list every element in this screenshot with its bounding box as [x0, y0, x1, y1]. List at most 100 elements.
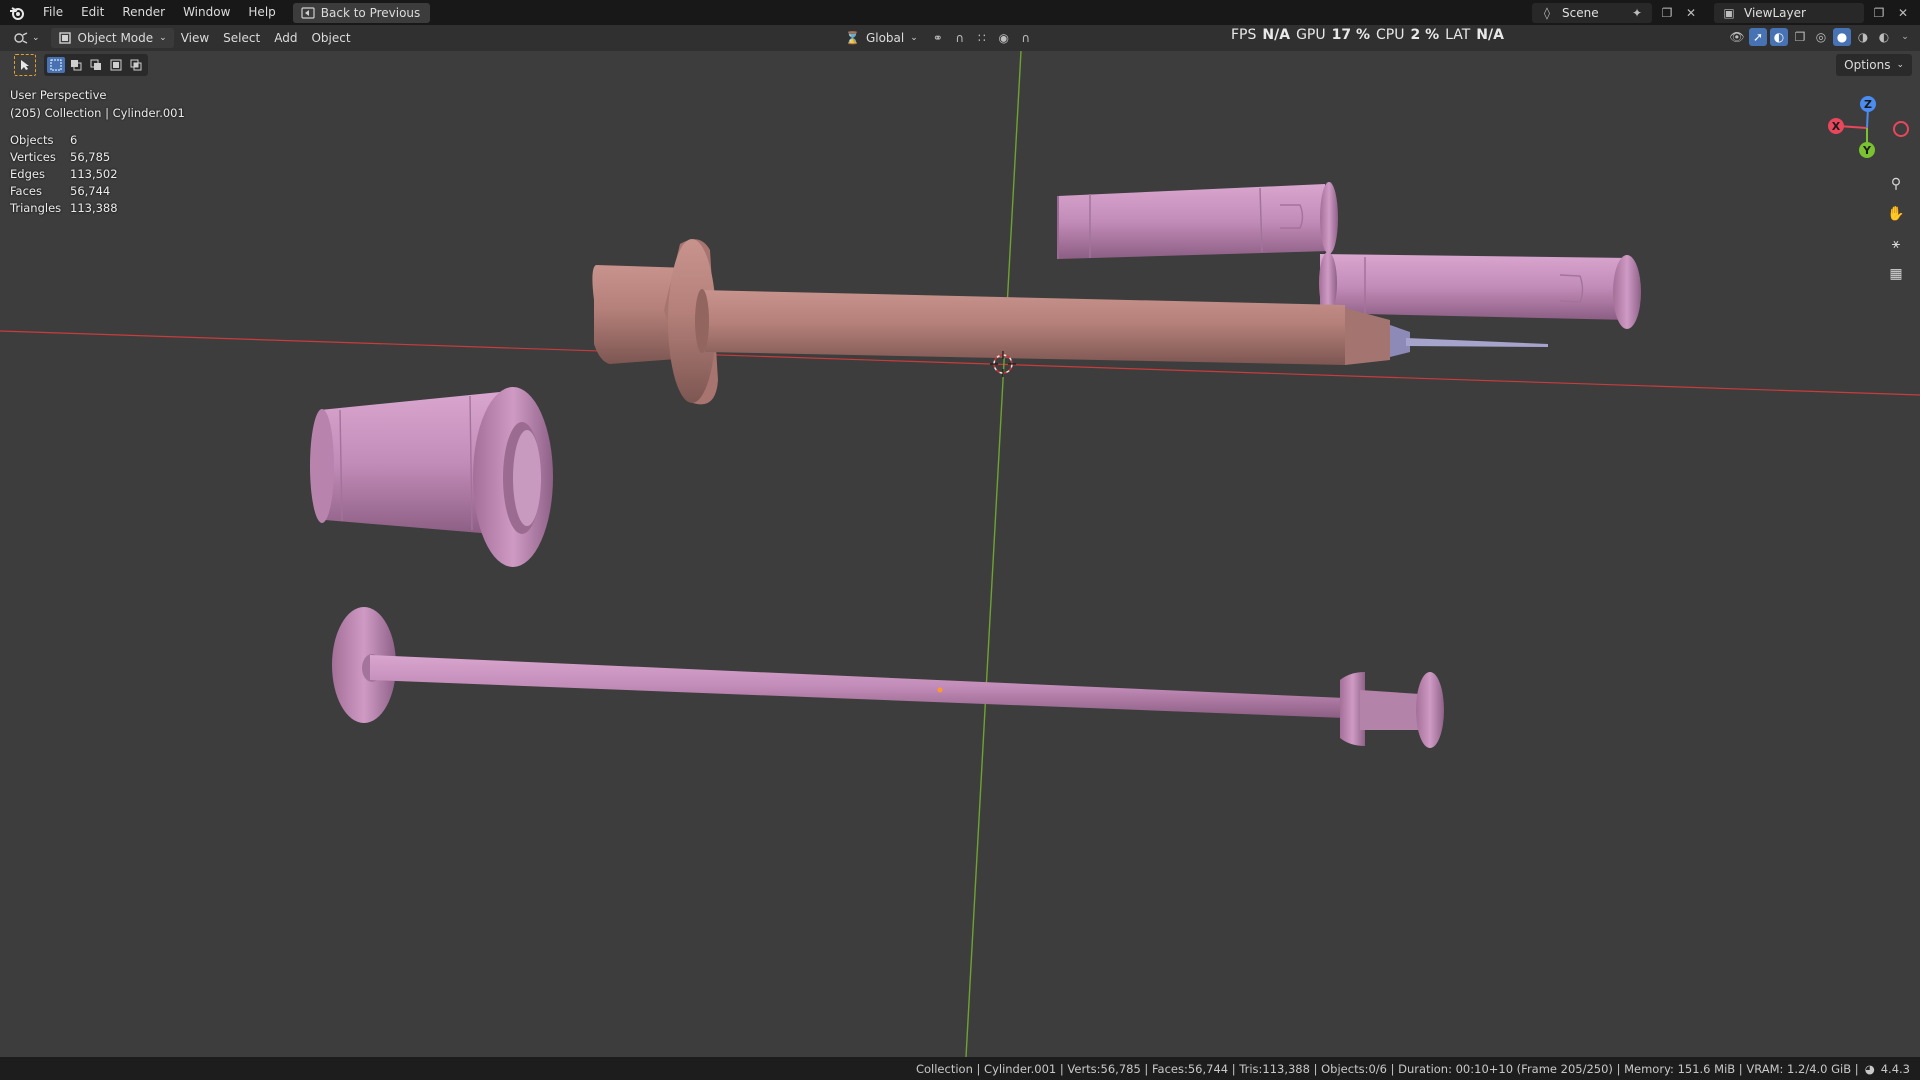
stat-key: Vertices — [10, 150, 56, 164]
rendered-shading-icon[interactable]: ◐ — [1875, 28, 1893, 46]
menu-add[interactable]: Add — [267, 28, 304, 48]
select-new-icon[interactable] — [47, 57, 65, 73]
back-to-previous-button[interactable]: Back to Previous — [292, 2, 431, 23]
orientation-icon: ⌛ — [845, 31, 860, 45]
active-context: (205) Collection | Cylinder.001 — [10, 106, 185, 120]
scene-selector[interactable]: ◊ Scene ✦ — [1532, 2, 1652, 23]
xray-toggle-icon[interactable]: ❐ — [1791, 28, 1809, 46]
camera-view-icon[interactable]: ⚹ — [1884, 232, 1908, 256]
scene-name: Scene — [1562, 5, 1599, 20]
stat-row: Objects 6 — [10, 132, 118, 149]
selection-mode-group — [44, 54, 148, 76]
stat-row: Faces 56,744 — [10, 183, 118, 200]
stat-value: 6 — [70, 133, 78, 147]
menu-file[interactable]: File — [34, 0, 72, 25]
material-shading-icon[interactable]: ◑ — [1854, 28, 1872, 46]
wireframe-shading-icon[interactable]: ◎ — [1812, 28, 1830, 46]
options-label: Options — [1844, 58, 1891, 72]
viewport-overlay-info: User Perspective (205) Collection | Cyli… — [10, 86, 185, 122]
falloff-curve-icon[interactable]: ∩ — [1017, 29, 1035, 47]
delete-viewlayer-icon[interactable]: ✕ — [1894, 4, 1912, 22]
version-label: 4.4.3 — [1880, 1061, 1910, 1076]
tool-settings-row — [14, 54, 148, 76]
pin-icon[interactable]: ✦ — [1628, 4, 1646, 22]
select-intersect-icon[interactable] — [127, 57, 145, 73]
select-subtract-icon[interactable] — [87, 57, 105, 73]
stat-value: 113,388 — [70, 201, 118, 215]
menu-render[interactable]: Render — [113, 0, 174, 25]
navigation-buttons: ⚲ ✋ ⚹ ▦ — [1884, 172, 1908, 286]
needle-cap-object[interactable] — [1057, 182, 1338, 259]
y-axis-line — [965, 51, 1022, 1057]
chevron-down-icon: ⌄ — [1896, 60, 1904, 70]
blender-logo-icon[interactable] — [0, 5, 34, 21]
menu-window[interactable]: Window — [174, 0, 239, 25]
snap-magnet-icon[interactable]: ∩ — [951, 29, 969, 47]
scene-statistics: Objects 6 Vertices 56,785 Edges 113,502 Fac… — [10, 132, 118, 217]
orientation-selector[interactable]: ⌛ Global ⌄ — [838, 28, 925, 48]
status-text: Collection | Cylinder.001 | Verts:56,785… — [915, 1061, 1859, 1076]
select-invert-icon[interactable] — [107, 57, 125, 73]
navigation-gizmo[interactable]: Z X Y — [1828, 96, 1909, 158]
new-scene-icon[interactable]: ❐ — [1658, 4, 1676, 22]
lat-value: N/A — [1476, 27, 1504, 43]
menu-edit[interactable]: Edit — [72, 0, 113, 25]
stat-value: 56,785 — [70, 150, 111, 164]
gpu-label: GPU — [1296, 27, 1326, 43]
gizmo-y-label: Y — [1862, 144, 1872, 157]
editor-type-button[interactable]: ⌄ — [6, 28, 47, 48]
mode-label: Object Mode — [77, 31, 154, 45]
gizmo-x-label: X — [1832, 120, 1841, 133]
top-menu-bar: File Edit Render Window Help Back to Pre… — [0, 0, 1920, 25]
screen-back-icon — [301, 6, 315, 19]
lat-label: LAT — [1445, 27, 1471, 43]
gpu-value: 17 % — [1331, 27, 1370, 43]
menu-view[interactable]: View — [174, 28, 216, 48]
overlays-toggle-icon[interactable]: ◐ — [1770, 28, 1788, 46]
mode-selector[interactable]: Object Mode ⌄ — [50, 28, 174, 48]
plunger-object[interactable] — [332, 607, 1444, 748]
gizmo-toggle-icon[interactable]: ➚ — [1749, 28, 1767, 46]
scene-render: Z X Y — [0, 51, 1920, 1057]
view-name: User Perspective — [10, 88, 107, 102]
chevron-down-icon[interactable]: ⌄ — [1896, 28, 1914, 46]
chevron-down-icon: ⌄ — [32, 33, 40, 43]
delete-scene-icon[interactable]: ✕ — [1682, 4, 1700, 22]
zoom-icon[interactable]: ⚲ — [1884, 172, 1908, 196]
snap-grid-icon[interactable]: ∷ — [973, 29, 991, 47]
stat-value: 113,502 — [70, 167, 118, 181]
new-viewlayer-icon[interactable]: ❐ — [1870, 4, 1888, 22]
stat-row: Edges 113,502 — [10, 166, 118, 183]
back-to-previous-label: Back to Previous — [320, 5, 421, 20]
viewport-editor-icon — [14, 32, 28, 44]
pan-hand-icon[interactable]: ✋ — [1884, 202, 1908, 226]
fps-label: FPS — [1231, 27, 1257, 43]
select-tool-icon[interactable] — [14, 54, 36, 76]
perspective-grid-icon[interactable]: ▦ — [1884, 262, 1908, 286]
options-dropdown[interactable]: Options ⌄ — [1836, 54, 1912, 76]
stat-key: Faces — [10, 184, 42, 198]
proportional-edit-icon[interactable]: ◉ — [995, 29, 1013, 47]
chevron-down-icon: ⌄ — [910, 33, 918, 43]
object-mode-icon — [58, 32, 71, 44]
chevron-down-icon: ⌄ — [159, 33, 167, 43]
orientation-label: Global — [865, 31, 905, 45]
viewlayer-selector[interactable]: ▣ ViewLayer — [1714, 2, 1864, 23]
finger-grip-object[interactable] — [310, 387, 553, 567]
menu-select[interactable]: Select — [216, 28, 267, 48]
stat-row: Vertices 56,785 — [10, 149, 118, 166]
stat-row: Triangles 113,388 — [10, 200, 118, 217]
cpu-value: 2 % — [1410, 27, 1440, 43]
transform-tools: ⌛ Global ⌄ ⚭ ∩ ∷ ◉ ∩ — [838, 28, 1035, 48]
viewlayer-icon: ▣ — [1723, 5, 1735, 20]
solid-shading-icon[interactable]: ● — [1833, 28, 1851, 46]
pivot-point-icon[interactable]: ⚭ — [929, 29, 947, 47]
performance-readout: FPS N/A GPU 17 % CPU 2 % LAT N/A — [1231, 25, 1504, 45]
stat-key: Edges — [10, 167, 45, 181]
menu-help[interactable]: Help — [239, 0, 284, 25]
select-extend-icon[interactable] — [67, 57, 85, 73]
3d-viewport[interactable]: Z X Y — [0, 51, 1920, 1057]
menu-object[interactable]: Object — [304, 28, 357, 48]
visibility-eye-icon[interactable]: 👁 — [1728, 28, 1746, 46]
gizmo-z-label: Z — [1864, 98, 1872, 111]
